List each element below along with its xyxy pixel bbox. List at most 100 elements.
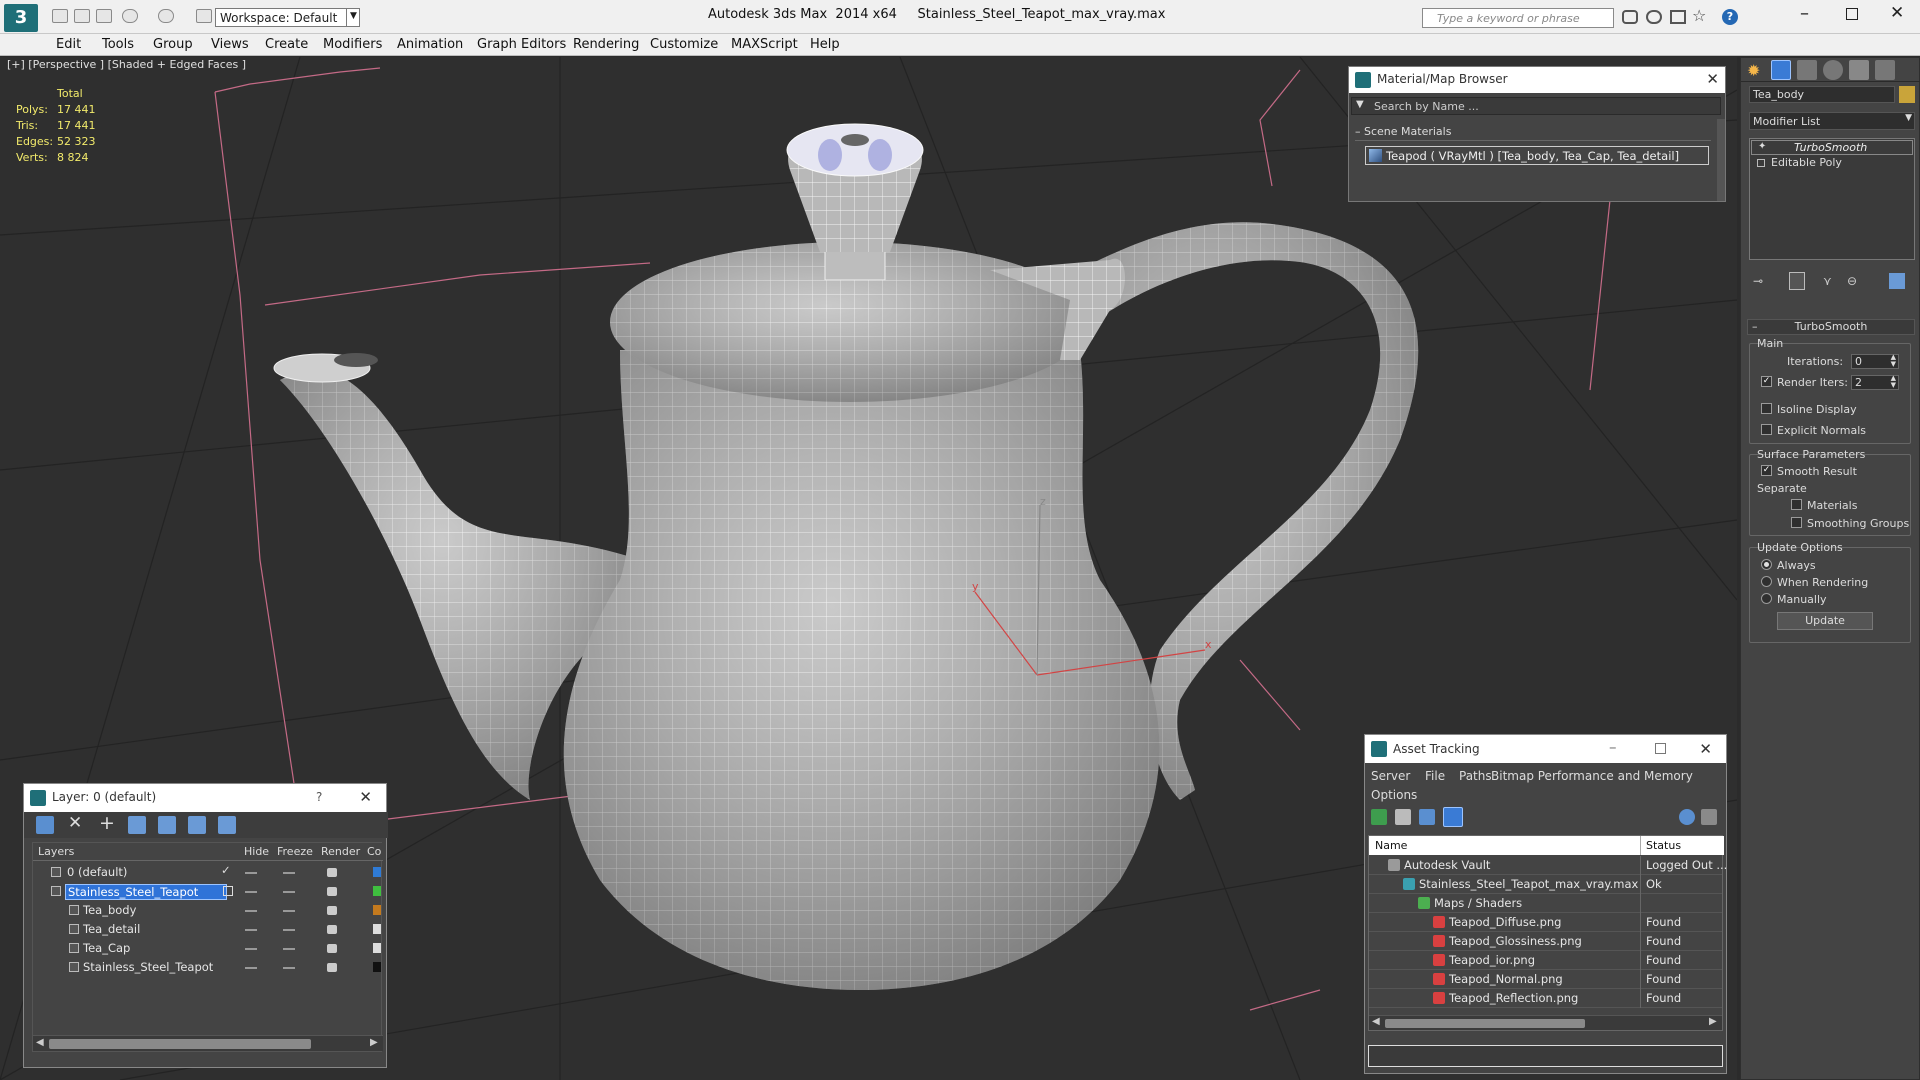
stack-item-turbosmooth[interactable]: ✦ TurboSmooth (1751, 140, 1913, 155)
smooth-result-checkbox[interactable]: ✓ (1761, 465, 1772, 476)
asset-row[interactable]: Teapod_Glossiness.png Found (1369, 932, 1722, 951)
utilities-tab-icon[interactable] (1875, 60, 1895, 80)
explicit-normals-checkbox[interactable] (1761, 424, 1772, 435)
col-layers[interactable]: Layers (38, 845, 74, 858)
scroll-left-icon[interactable]: ◀ (36, 1037, 44, 1048)
scene-materials-header[interactable]: – Scene Materials (1355, 125, 1711, 141)
settings-icon[interactable] (1701, 809, 1717, 825)
always-radio[interactable] (1761, 559, 1772, 570)
asset-row[interactable]: Autodesk Vault Logged Out ... (1369, 856, 1727, 875)
smoothing-groups-checkbox[interactable] (1791, 517, 1802, 528)
layer-help-button[interactable]: ? (316, 790, 322, 804)
layer-row[interactable]: Stainless_Steel_Teapot (33, 882, 383, 901)
thumbnail-view-icon[interactable] (1419, 809, 1435, 825)
pin-stack-icon[interactable]: ⊸ (1753, 274, 1763, 288)
table-view-icon[interactable] (1443, 807, 1463, 827)
asset-help-icon[interactable] (1679, 809, 1695, 825)
favorites-star-icon[interactable]: ☆ (1692, 6, 1706, 25)
make-unique-icon[interactable]: ⋎ (1823, 274, 1832, 288)
hide-toggle-icon[interactable] (245, 872, 257, 874)
layer-row[interactable]: Tea_detail (33, 920, 383, 939)
hide-toggle-icon[interactable] (245, 967, 257, 969)
menu-customize[interactable]: Customize (650, 37, 718, 52)
asset-path-field[interactable] (1368, 1045, 1723, 1067)
menu-help[interactable]: Help (810, 37, 840, 52)
rollout-header[interactable]: – TurboSmooth (1747, 319, 1915, 335)
asset-hscrollbar[interactable]: ◀ ▶ (1369, 1015, 1722, 1030)
render-toggle-icon[interactable] (327, 906, 337, 915)
layer-color-swatch[interactable] (373, 962, 381, 972)
menu-graph-editors[interactable]: Graph Editors (477, 37, 566, 52)
layer-row[interactable]: Tea_body (33, 901, 383, 920)
iterations-spinner[interactable]: 0 ▲ ▼ (1851, 354, 1899, 369)
refresh-icon[interactable] (1371, 809, 1387, 825)
configure-sets-icon[interactable] (1889, 273, 1905, 289)
asset-menu-options[interactable]: Options (1371, 788, 1417, 802)
help-icon[interactable]: ? (1722, 9, 1738, 25)
teapot-mesh[interactable] (273, 123, 1419, 990)
binoculars-icon[interactable] (1622, 10, 1638, 24)
isoline-checkbox[interactable] (1761, 403, 1772, 414)
materials-checkbox[interactable] (1791, 499, 1802, 510)
signin-icon[interactable] (1670, 10, 1686, 24)
viewport-label[interactable]: [+] [Perspective ] [Shaded + Edged Faces… (7, 58, 246, 71)
render-toggle-icon[interactable] (327, 944, 337, 953)
scroll-right-icon[interactable]: ▶ (1709, 1016, 1717, 1027)
asset-tracking-titlebar[interactable]: Asset Tracking – ✕ (1365, 735, 1726, 763)
options-menu-icon[interactable]: ▼ (1356, 99, 1364, 110)
layer-row[interactable]: 0 (default) ✓ (33, 863, 383, 882)
modifier-list-dropdown[interactable]: Modifier List ▼ (1749, 112, 1915, 130)
menu-modifiers[interactable]: Modifiers (323, 37, 382, 52)
render-toggle-icon[interactable] (327, 963, 337, 972)
menu-rendering[interactable]: Rendering (573, 37, 639, 52)
maximize-button[interactable] (1846, 8, 1858, 20)
render-iters-checkbox[interactable]: ✓ (1761, 376, 1772, 387)
render-toggle-icon[interactable] (327, 887, 337, 896)
stack-item-editable-poly[interactable]: Editable Poly (1751, 156, 1913, 171)
asset-row[interactable]: Teapod_Diffuse.png Found (1369, 913, 1722, 932)
col-status[interactable]: Status (1646, 839, 1681, 852)
layer-color-swatch[interactable] (373, 924, 381, 934)
display-tab-icon[interactable] (1849, 60, 1869, 80)
scroll-thumb[interactable] (49, 1039, 311, 1049)
menu-maxscript[interactable]: MAXScript (731, 37, 798, 52)
close-window-button[interactable]: ✕ (1890, 3, 1904, 23)
close-icon[interactable]: ✕ (359, 788, 372, 806)
close-icon[interactable]: ✕ (1699, 740, 1712, 758)
menu-tools[interactable]: Tools (102, 37, 134, 52)
hide-toggle-icon[interactable] (245, 891, 257, 893)
object-color-swatch[interactable] (1899, 86, 1915, 103)
scroll-thumb[interactable] (1385, 1019, 1585, 1028)
open-file-icon[interactable] (74, 9, 90, 23)
remove-modifier-icon[interactable]: ⊖ (1847, 274, 1857, 288)
manually-radio[interactable] (1761, 593, 1772, 604)
layer-row[interactable]: Stainless_Steel_Teapot (33, 958, 383, 977)
freeze-toggle-icon[interactable] (283, 967, 295, 969)
menu-animation[interactable]: Animation (397, 37, 463, 52)
render-toggle-icon[interactable] (327, 925, 337, 934)
render-toggle-icon[interactable] (327, 868, 337, 877)
spinner-arrows-icon[interactable]: ▲ ▼ (1891, 354, 1896, 368)
freeze-toggle-icon[interactable] (283, 872, 295, 874)
new-file-icon[interactable] (52, 9, 68, 23)
scroll-left-icon[interactable]: ◀ (1372, 1016, 1380, 1027)
expand-plus-icon[interactable] (1757, 159, 1765, 167)
lightbulb-icon[interactable]: ✦ (1758, 141, 1766, 152)
set-current-layer-icon[interactable] (223, 886, 233, 896)
asset-row[interactable]: Stainless_Steel_Teapot_max_vray.max Ok (1369, 875, 1722, 894)
create-tab-icon[interactable]: ✹ (1747, 61, 1760, 80)
asset-row[interactable]: Teapod_Normal.png Found (1369, 970, 1722, 989)
add-selection-icon[interactable]: + (99, 812, 115, 834)
workspace-dropdown[interactable]: Workspace: Default ▼ (215, 8, 360, 27)
menu-group[interactable]: Group (153, 37, 193, 52)
menu-create[interactable]: Create (265, 37, 308, 52)
col-freeze[interactable]: Freeze (277, 845, 313, 858)
material-search-bar[interactable]: ▼ Search by Name ... (1351, 97, 1721, 115)
freeze-toggle-icon[interactable] (283, 891, 295, 893)
minimize-button[interactable]: – (1800, 3, 1809, 24)
freeze-toggle-icon[interactable] (283, 929, 295, 931)
layer-panel-titlebar[interactable]: Layer: 0 (default) ? ✕ (24, 784, 386, 812)
list-view-icon[interactable] (1395, 809, 1411, 825)
col-render[interactable]: Render (321, 845, 360, 858)
asset-row[interactable]: Teapod_ior.png Found (1369, 951, 1722, 970)
